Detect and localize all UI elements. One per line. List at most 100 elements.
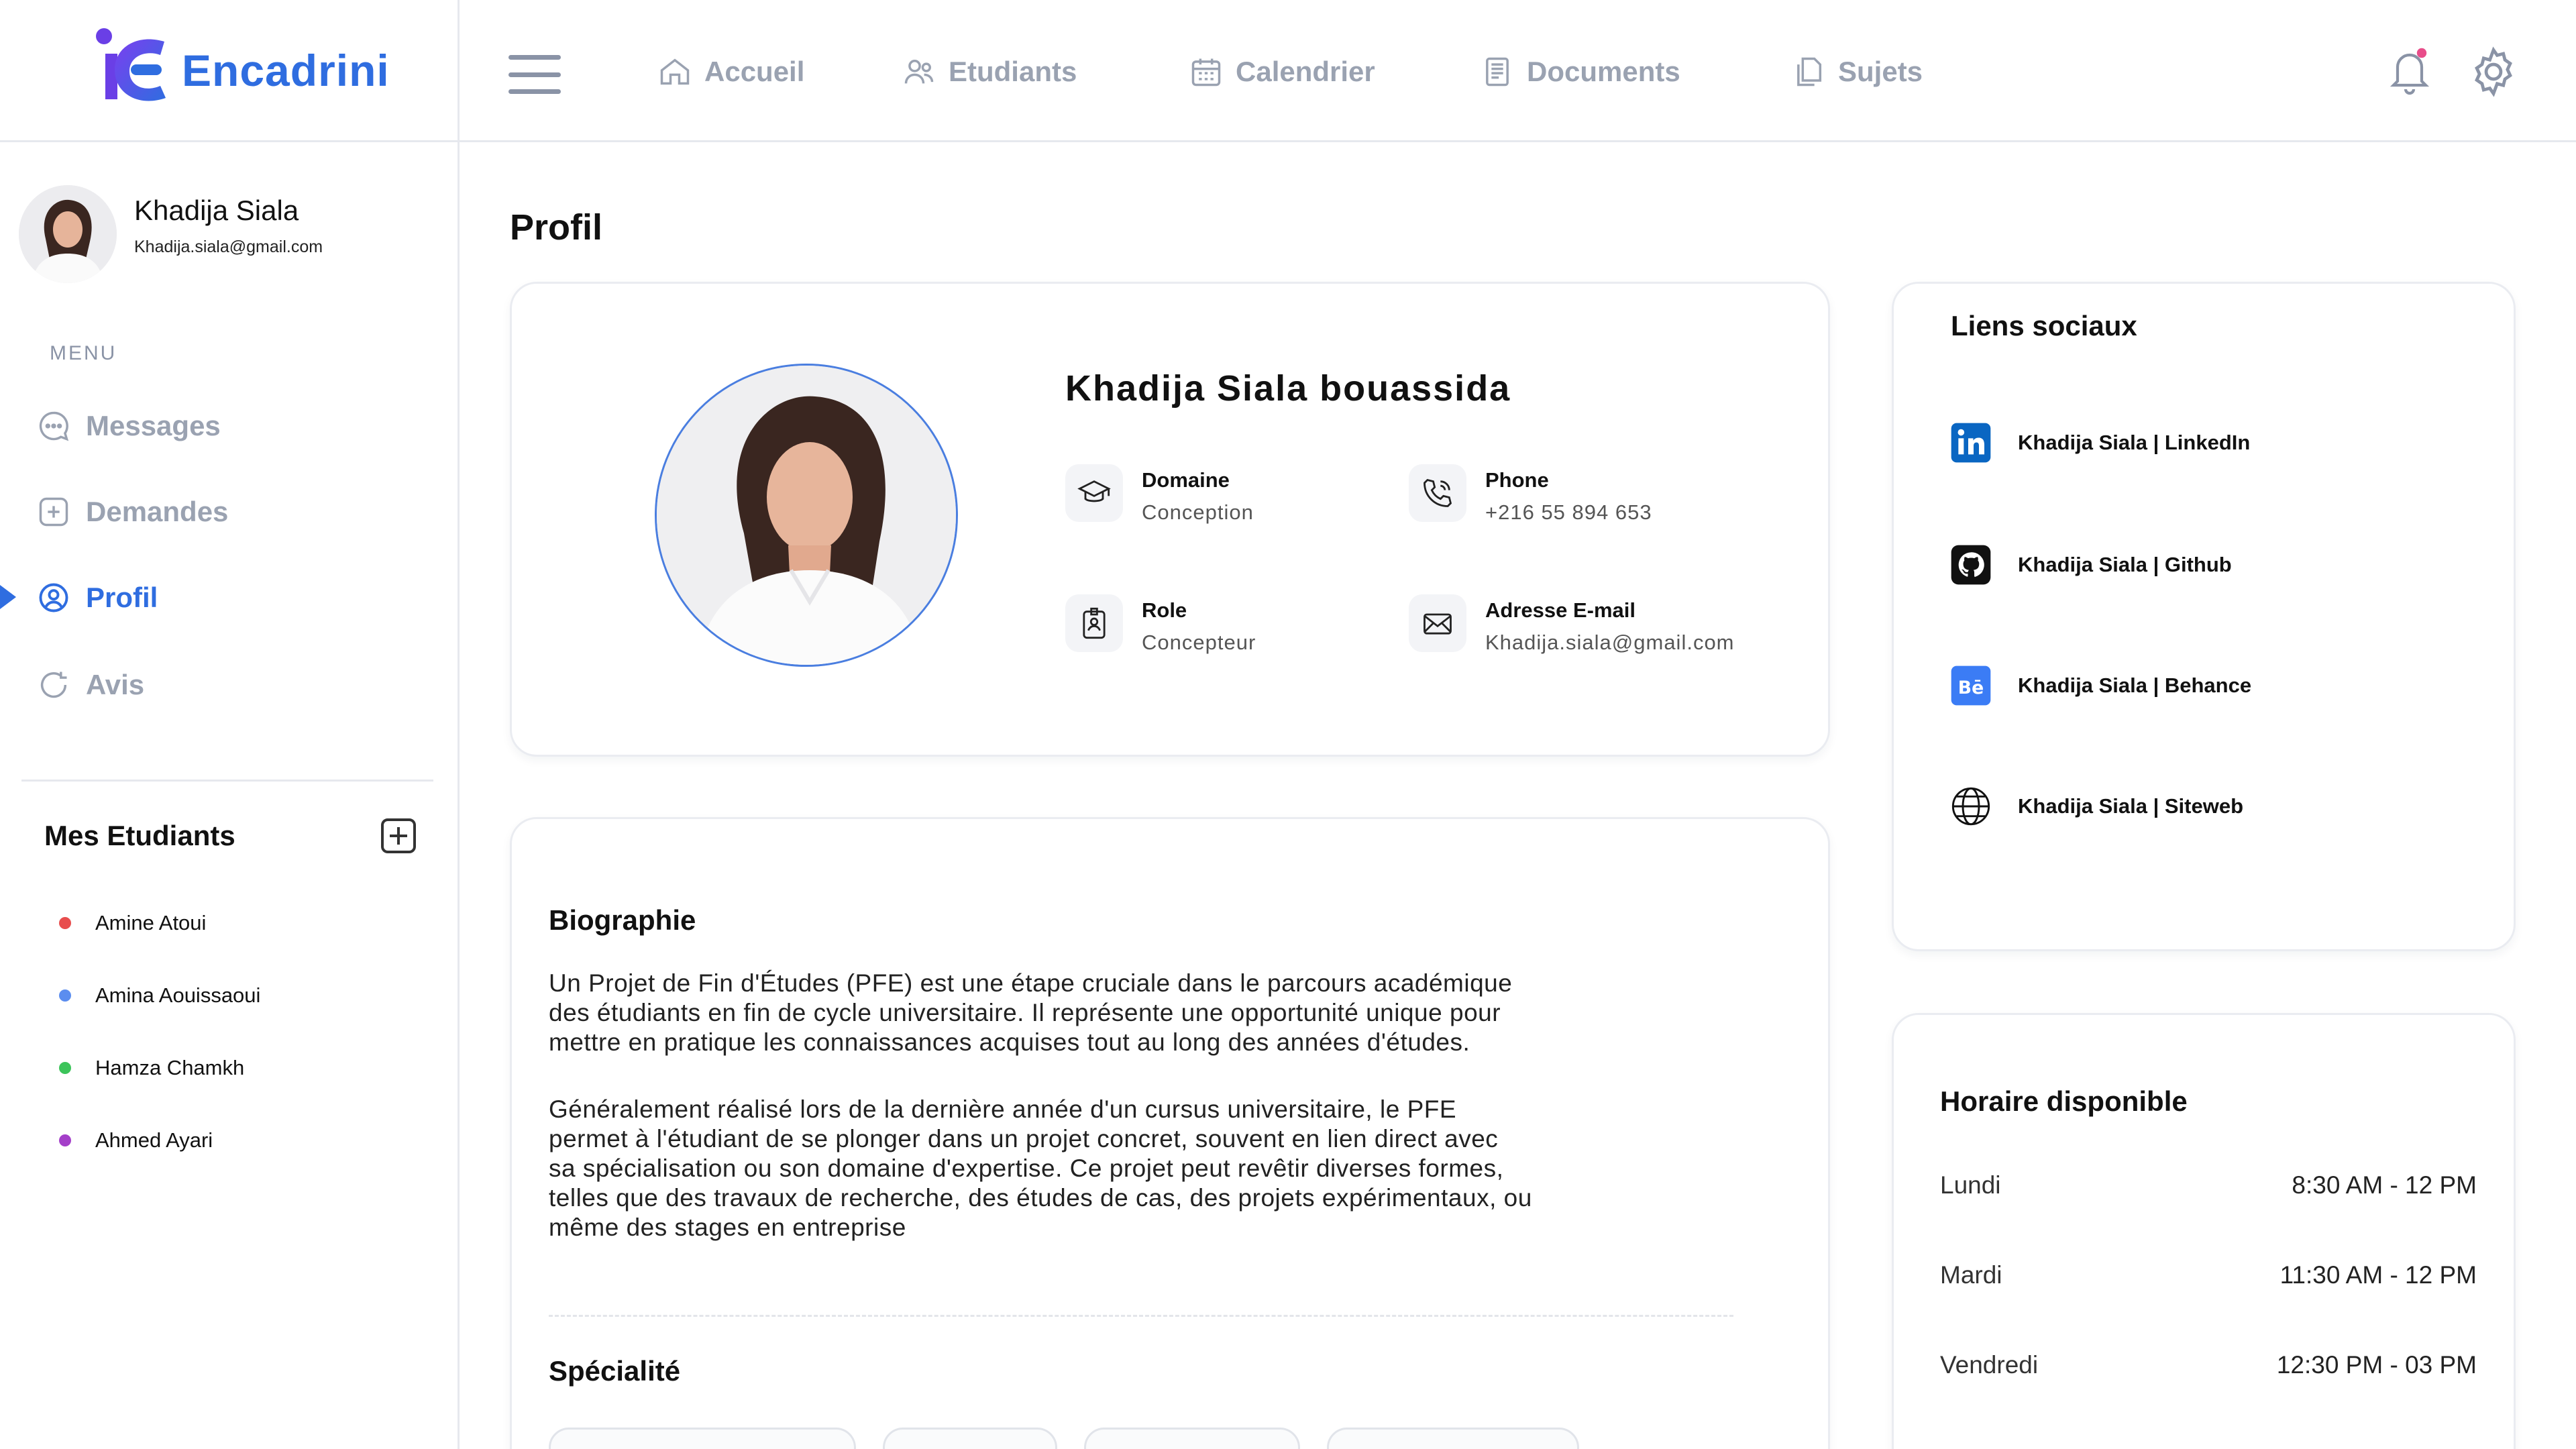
profile-full-name: Khadija Siala bouassida [1065, 368, 1511, 409]
nav-accueil[interactable]: Accueil [657, 48, 804, 95]
student-item[interactable]: Hamza Chamkh [59, 1056, 244, 1080]
user-avatar[interactable] [19, 185, 117, 283]
globe-icon [1951, 787, 1990, 826]
social-link-label: Khadija Siala | Github [2018, 553, 2232, 576]
menu-section-label: MENU [50, 342, 117, 364]
chat-icon [39, 411, 69, 441]
biography-line: permet à l'étudiant de se plonger dans u… [549, 1125, 1499, 1152]
biography-paragraph: Un Projet de Fin d'Études (PFE) est une … [549, 969, 1750, 1057]
sidebar-item-demandes[interactable]: Demandes [36, 488, 228, 535]
role-label: Role [1142, 598, 1187, 622]
specialty-tag[interactable] [1327, 1428, 1579, 1449]
page-title: Profil [510, 207, 603, 248]
availability-day: Lundi [1940, 1171, 2001, 1199]
profile-domain: Domaine Conception [1065, 464, 1254, 525]
availability-time: 12:30 PM - 03 PM [2276, 1351, 2477, 1379]
mail-icon [1409, 594, 1466, 652]
nav-etudiants[interactable]: Etudiants [902, 48, 1077, 95]
email-value[interactable]: Khadija.siala@gmail.com [1485, 631, 1735, 655]
phone-label: Phone [1485, 468, 1549, 492]
availability-time: 8:30 AM - 12 PM [2292, 1171, 2477, 1199]
biography-title: Biographie [549, 904, 696, 936]
sidebar-item-label: Profil [86, 582, 158, 613]
profile-role: Role Concepteur [1065, 594, 1256, 655]
availability-card [1892, 1013, 2516, 1449]
availability-day: Vendredi [1940, 1351, 2039, 1379]
settings-gear-icon[interactable] [2466, 44, 2521, 99]
sidebar-divider [458, 0, 460, 1449]
svg-text:Bē: Bē [1958, 678, 1984, 698]
student-item[interactable]: Amine Atoui [59, 911, 206, 935]
biography-line: telles que des travaux de recherche, des… [549, 1184, 1532, 1212]
student-status-dot [59, 989, 71, 1002]
plus-square-icon [39, 497, 68, 527]
id-badge-icon [1065, 594, 1123, 652]
social-links-card [1892, 282, 2516, 951]
social-link-website[interactable]: Khadija Siala | Siteweb [1949, 785, 2243, 828]
phone-value[interactable]: +216 55 894 653 [1485, 500, 1652, 525]
menu-toggle-button[interactable] [508, 55, 561, 94]
sidebar-item-label: Demandes [86, 496, 229, 527]
nav-label: Documents [1527, 56, 1680, 87]
specialty-tag[interactable] [883, 1428, 1057, 1449]
active-item-marker [0, 585, 16, 609]
profile-phone: Phone +216 55 894 653 [1409, 464, 1652, 525]
nav-label: Etudiants [949, 56, 1077, 87]
biography-line: sa spécialisation ou son domaine d'exper… [549, 1155, 1504, 1182]
hamburger-line [508, 89, 561, 94]
behance-icon: Bē [1951, 665, 1991, 706]
social-link-label: Khadija Siala | Behance [2018, 674, 2252, 697]
user-circle-icon [39, 583, 68, 612]
app-name: Encadrini [182, 46, 390, 95]
specialty-title: Spécialité [549, 1355, 681, 1387]
nav-calendrier[interactable]: Calendrier [1189, 48, 1375, 95]
add-student-button[interactable] [381, 818, 416, 853]
profile-portrait-icon [657, 366, 956, 665]
files-icon [1797, 57, 1822, 87]
encadrini-logo-icon [96, 28, 166, 101]
student-name: Ahmed Ayari [95, 1128, 213, 1152]
user-email: Khadija.siala@gmail.com [134, 237, 323, 256]
nav-sujets[interactable]: Sujets [1791, 48, 1923, 95]
document-icon [1486, 57, 1509, 87]
notification-bell-icon[interactable] [2385, 44, 2434, 98]
biography-line: même des stages en entreprise [549, 1214, 906, 1241]
availability-time: 11:30 AM - 12 PM [2279, 1261, 2477, 1289]
sidebar-item-label: Avis [86, 669, 145, 700]
profile-photo [655, 364, 958, 667]
social-link-linkedin[interactable]: Khadija Siala | LinkedIn [1949, 421, 2250, 464]
specialty-tag[interactable] [549, 1428, 856, 1449]
biography-line: Un Projet de Fin d'Études (PFE) est une … [549, 969, 1513, 997]
users-icon [904, 60, 934, 84]
sidebar-item-profil[interactable]: Profil [36, 574, 158, 621]
students-section-title: Mes Etudiants [44, 820, 235, 851]
hamburger-line [508, 72, 561, 77]
phone-icon [1409, 464, 1466, 522]
student-status-dot [59, 1134, 71, 1146]
social-link-behance[interactable]: Bē Khadija Siala | Behance [1949, 664, 2251, 707]
calendar-icon [1191, 58, 1221, 87]
specialty-tag[interactable] [1084, 1428, 1300, 1449]
student-status-dot [59, 1062, 71, 1074]
role-value: Concepteur [1142, 631, 1256, 654]
social-link-label: Khadija Siala | Siteweb [2018, 794, 2244, 818]
student-name: Amine Atoui [95, 911, 207, 934]
biography-line: mettre en pratique les connaissances acq… [549, 1028, 1470, 1056]
student-status-dot [59, 917, 71, 929]
student-item[interactable]: Amina Aouissaoui [59, 983, 260, 1008]
biography-paragraph: Généralement réalisé lors de la dernière… [549, 1095, 1750, 1242]
sidebar-item-avis[interactable]: Avis [36, 661, 144, 708]
top-header: Encadrini Accueil Etudiants Calendrier D… [0, 0, 2576, 142]
social-link-github[interactable]: Khadija Siala | Github [1949, 543, 2232, 586]
social-link-label: Khadija Siala | LinkedIn [2018, 431, 2251, 454]
sidebar-item-messages[interactable]: Messages [36, 402, 221, 449]
profile-email: Adresse E-mail Khadija.siala@gmail.com [1409, 594, 1735, 655]
availability-title: Horaire disponible [1940, 1085, 2188, 1117]
student-item[interactable]: Ahmed Ayari [59, 1128, 213, 1152]
nav-label: Sujets [1838, 56, 1923, 87]
domain-label: Domaine [1142, 468, 1230, 492]
student-name: Amina Aouissaoui [95, 983, 261, 1007]
domain-value: Conception [1142, 500, 1254, 524]
nav-documents[interactable]: Documents [1480, 48, 1680, 95]
app-logo[interactable]: Encadrini [91, 27, 390, 114]
